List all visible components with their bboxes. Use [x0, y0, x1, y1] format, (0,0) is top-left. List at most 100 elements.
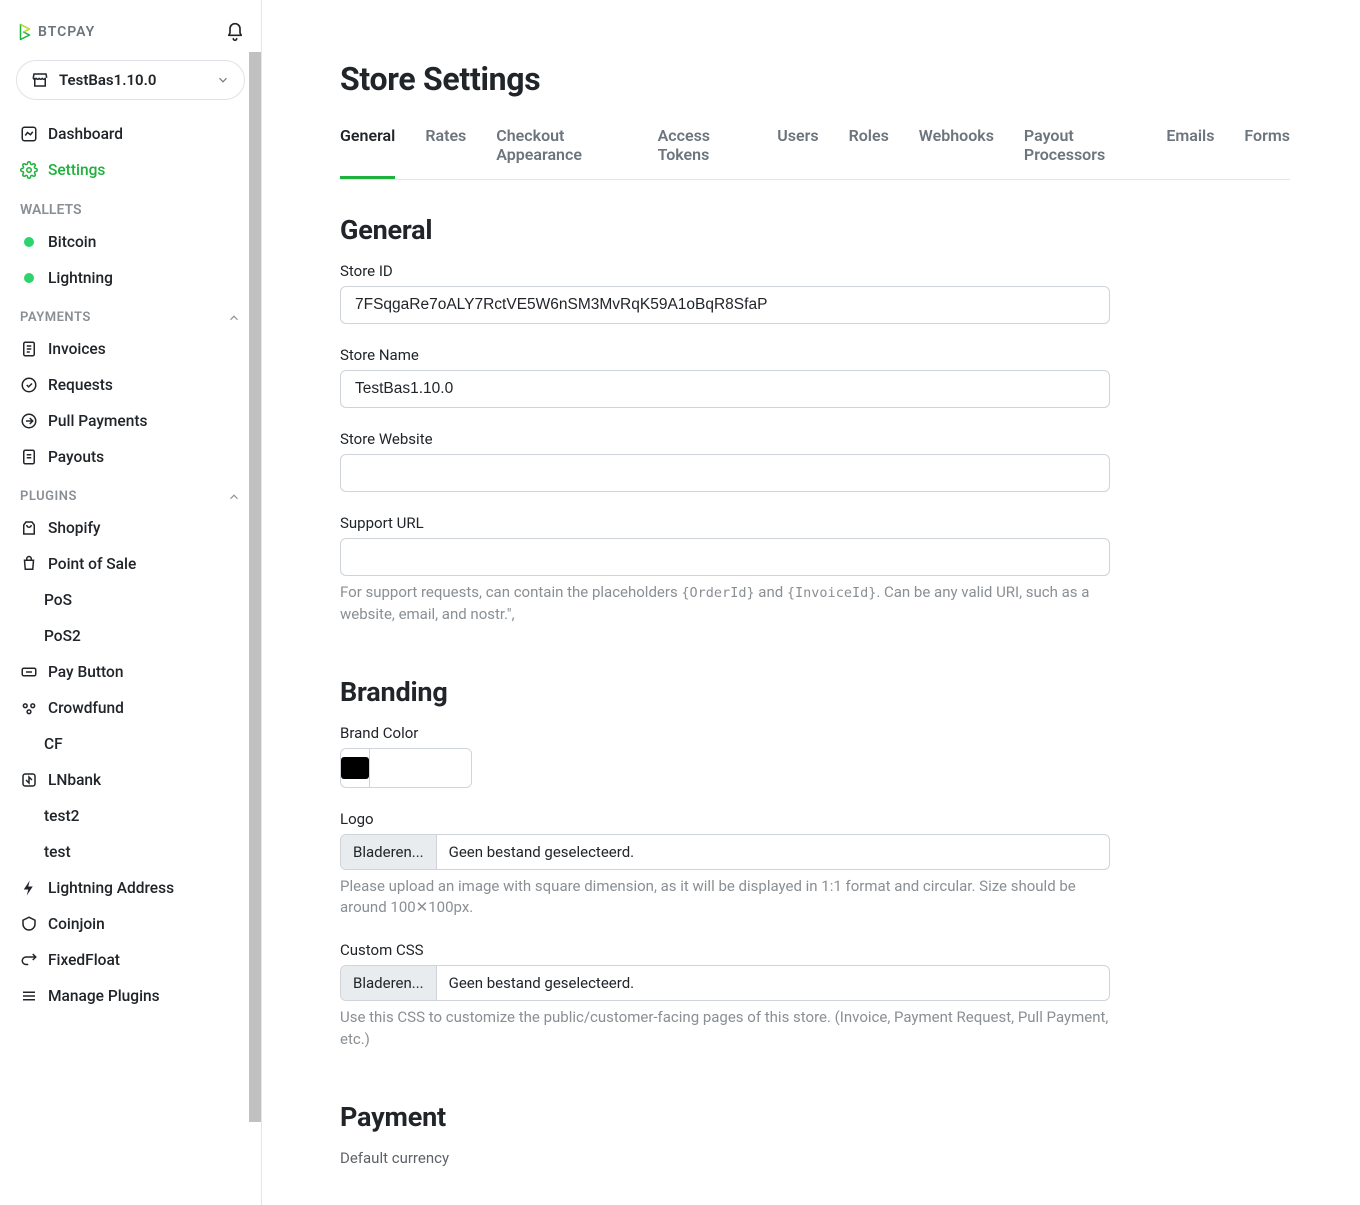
status-dot-icon: [24, 273, 34, 283]
sidebar-item-label: Requests: [48, 376, 113, 394]
sidebar-item-label: test: [44, 843, 71, 861]
input-store-id[interactable]: [340, 286, 1110, 324]
tab-webhooks[interactable]: Webhooks: [919, 126, 994, 179]
sidebar-item-settings[interactable]: Settings: [16, 152, 245, 188]
input-logo-file[interactable]: Bladeren... Geen bestand geselecteerd.: [340, 834, 1110, 870]
sidebar-item-crowdfund[interactable]: Crowdfund: [16, 690, 245, 726]
sidebar-item-lightning[interactable]: Lightning: [16, 260, 245, 296]
sidebar-item-dashboard[interactable]: Dashboard: [16, 116, 245, 152]
chevron-down-icon: [216, 73, 230, 87]
input-brand-color[interactable]: [340, 748, 472, 788]
pull-payments-icon: [20, 412, 38, 430]
label-store-id: Store ID: [340, 262, 1290, 280]
main-content: Store Settings General Rates Checkout Ap…: [262, 0, 1360, 1205]
file-selected-label: Geen bestand geselecteerd.: [437, 966, 646, 1000]
sidebar-section-payments[interactable]: PAYMENTS: [16, 296, 245, 331]
sidebar-item-label: Bitcoin: [48, 233, 96, 251]
payouts-icon: [20, 448, 38, 466]
sidebar-item-label: Invoices: [48, 340, 106, 358]
tab-rates[interactable]: Rates: [425, 126, 466, 179]
tab-general[interactable]: General: [340, 126, 395, 179]
notifications-bell-icon[interactable]: [225, 22, 245, 42]
app-logo[interactable]: BTCPAY: [16, 23, 95, 41]
sidebar-item-bitcoin[interactable]: Bitcoin: [16, 224, 245, 260]
sidebar-item-pull-payments[interactable]: Pull Payments: [16, 403, 245, 439]
sidebar-item-lnbank[interactable]: LNbank: [16, 762, 245, 798]
sidebar-item-invoices[interactable]: Invoices: [16, 331, 245, 367]
sidebar-item-label: Payouts: [48, 448, 104, 466]
crowdfund-icon: [20, 699, 38, 717]
sidebar-item-lightning-address[interactable]: Lightning Address: [16, 870, 245, 906]
store-selector-name: TestBas1.10.0: [59, 71, 156, 89]
label-support-url: Support URL: [340, 514, 1290, 532]
input-store-name[interactable]: [340, 370, 1110, 408]
sidebar-item-pos-child[interactable]: PoS2: [16, 618, 245, 654]
sidebar-item-requests[interactable]: Requests: [16, 367, 245, 403]
sidebar-item-label: Pull Payments: [48, 412, 147, 430]
sidebar-item-label: Lightning: [48, 269, 113, 287]
store-icon: [31, 71, 49, 89]
status-dot-icon: [24, 237, 34, 247]
file-browse-button[interactable]: Bladeren...: [341, 835, 437, 869]
input-brand-color-hex[interactable]: [370, 749, 472, 787]
page-title: Store Settings: [340, 60, 1290, 98]
sidebar-item-label: Dashboard: [48, 125, 123, 143]
tab-forms[interactable]: Forms: [1244, 126, 1290, 179]
sidebar-item-shopify[interactable]: Shopify: [16, 510, 245, 546]
file-selected-label: Geen bestand geselecteerd.: [437, 835, 646, 869]
fixedfloat-icon: [20, 951, 38, 969]
coinjoin-icon: [20, 915, 38, 933]
section-payment-heading: Payment: [340, 1101, 1290, 1133]
sidebar-item-label: PoS2: [44, 627, 81, 645]
sidebar-section-plugins[interactable]: PLUGINS: [16, 475, 245, 510]
sidebar-item-lnbank-child[interactable]: test: [16, 834, 245, 870]
settings-icon: [20, 161, 38, 179]
sidebar-scrollbar[interactable]: [249, 52, 261, 1122]
help-css: Use this CSS to customize the public/cus…: [340, 1007, 1110, 1051]
input-support-url[interactable]: [340, 538, 1110, 576]
help-logo: Please upload an image with square dimen…: [340, 876, 1110, 920]
section-branding-heading: Branding: [340, 676, 1290, 708]
tab-users[interactable]: Users: [777, 126, 818, 179]
manage-plugins-icon: [20, 987, 38, 1005]
help-support-url: For support requests, can contain the pl…: [340, 582, 1110, 626]
tab-access-tokens[interactable]: Access Tokens: [658, 126, 748, 179]
tab-roles[interactable]: Roles: [849, 126, 889, 179]
file-browse-button[interactable]: Bladeren...: [341, 966, 437, 1000]
pos-icon: [20, 555, 38, 573]
sidebar-item-fixedfloat[interactable]: FixedFloat: [16, 942, 245, 978]
brand-color-preview: [341, 757, 369, 779]
sidebar-section-label: PAYMENTS: [20, 310, 91, 325]
btcpay-logo-icon: [16, 23, 34, 41]
sidebar: BTCPAY TestBas1.10.0 Dashboard Settings …: [0, 0, 262, 1205]
sidebar-item-label: Pay Button: [48, 663, 123, 681]
sidebar-item-coinjoin[interactable]: Coinjoin: [16, 906, 245, 942]
sidebar-item-label: LNbank: [48, 771, 101, 789]
invoice-icon: [20, 340, 38, 358]
label-store-website: Store Website: [340, 430, 1290, 448]
input-store-website[interactable]: [340, 454, 1110, 492]
sidebar-item-label: CF: [44, 735, 63, 753]
tab-emails[interactable]: Emails: [1166, 126, 1214, 179]
label-default-currency: Default currency: [340, 1149, 1290, 1167]
sidebar-item-lnbank-child[interactable]: test2: [16, 798, 245, 834]
sidebar-item-crowdfund-child[interactable]: CF: [16, 726, 245, 762]
lnbank-icon: [20, 771, 38, 789]
settings-tabs: General Rates Checkout Appearance Access…: [340, 126, 1290, 180]
tab-checkout-appearance[interactable]: Checkout Appearance: [496, 126, 627, 179]
label-logo: Logo: [340, 810, 1290, 828]
store-selector[interactable]: TestBas1.10.0: [16, 60, 245, 100]
requests-icon: [20, 376, 38, 394]
sidebar-item-manage-plugins[interactable]: Manage Plugins: [16, 978, 245, 1014]
input-custom-css-file[interactable]: Bladeren... Geen bestand geselecteerd.: [340, 965, 1110, 1001]
sidebar-item-pay-button[interactable]: Pay Button: [16, 654, 245, 690]
sidebar-item-label: test2: [44, 807, 79, 825]
brand-color-swatch[interactable]: [341, 749, 370, 787]
sidebar-item-label: FixedFloat: [48, 951, 120, 969]
sidebar-item-payouts[interactable]: Payouts: [16, 439, 245, 475]
sidebar-item-pos-child[interactable]: PoS: [16, 582, 245, 618]
sidebar-item-point-of-sale[interactable]: Point of Sale: [16, 546, 245, 582]
tab-payout-processors[interactable]: Payout Processors: [1024, 126, 1136, 179]
sidebar-item-label: Coinjoin: [48, 915, 105, 933]
chevron-up-icon: [227, 490, 241, 504]
